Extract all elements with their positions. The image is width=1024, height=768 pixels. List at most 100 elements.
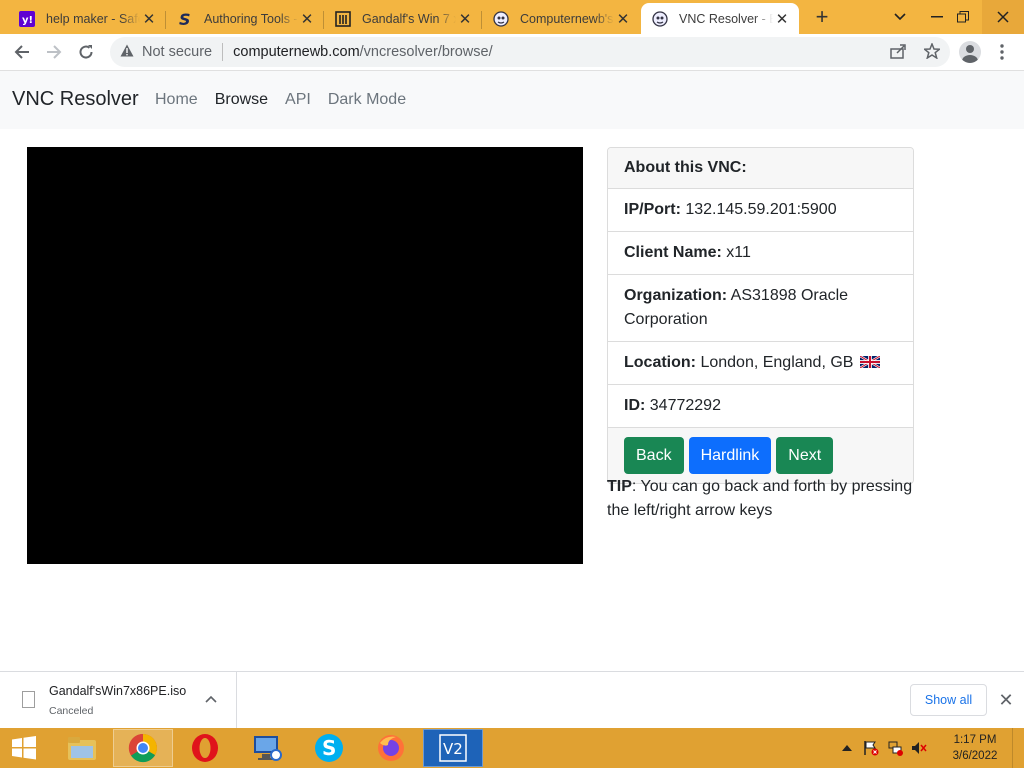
restore-button[interactable]: [946, 0, 980, 34]
tip-label: TIP: [607, 478, 632, 495]
close-window-button[interactable]: [982, 0, 1024, 34]
vnc-screenshot: [27, 147, 583, 564]
tab-gandalfs-win7[interactable]: Gandalf's Win 7 x ✕: [324, 3, 482, 34]
download-item[interactable]: Gandalf'sWin7x86PE.iso Canceled: [0, 672, 237, 729]
site-brand[interactable]: VNC Resolver: [12, 88, 139, 111]
s-logo-icon: S: [176, 10, 194, 28]
tab-search-chevron-icon[interactable]: [883, 0, 917, 34]
browser-toolbar: Not secure computernewb.com/vncresolver/…: [0, 34, 1024, 71]
show-all-button[interactable]: Show all: [910, 684, 987, 716]
profile-avatar[interactable]: [956, 38, 984, 66]
id-label: ID:: [624, 397, 646, 414]
svg-text:V2: V2: [443, 740, 463, 758]
computernewb-icon: [492, 10, 510, 28]
vnc-viewer-icon[interactable]: V2: [423, 729, 483, 767]
client-name-label: Client Name:: [624, 244, 722, 261]
security-label[interactable]: Not secure: [142, 44, 212, 60]
firefox-icon[interactable]: [361, 729, 421, 767]
organization-row: Organization: AS31898 Oracle Corporation: [608, 275, 913, 342]
hardlink-button[interactable]: Hardlink: [688, 437, 772, 474]
tab-help-maker[interactable]: y! help maker - Safe ✕: [8, 3, 166, 34]
ip-port-value: 132.145.59.201:5900: [685, 201, 837, 218]
url-text[interactable]: computernewb.com/vncresolver/browse/: [233, 44, 493, 60]
skype-icon[interactable]: S: [299, 729, 359, 767]
opera-icon[interactable]: [175, 729, 235, 767]
tab-title: Gandalf's Win 7 x: [362, 11, 456, 26]
forward-arrow-icon[interactable]: [40, 38, 68, 66]
download-file-name: Gandalf'sWin7x86PE.iso: [49, 684, 187, 698]
close-tab-icon[interactable]: ✕: [614, 10, 632, 28]
url-path: /vncresolver/browse/: [359, 44, 493, 60]
tab-title: Computernewb's: [520, 11, 614, 26]
close-tab-icon[interactable]: ✕: [456, 10, 474, 28]
close-shelf-icon[interactable]: ✕: [996, 688, 1016, 712]
organization-label: Organization:: [624, 287, 728, 304]
omnibox-divider: [222, 43, 224, 61]
close-tab-icon[interactable]: ✕: [773, 10, 791, 28]
tab-computernewb[interactable]: Computernewb's ✕: [482, 3, 640, 34]
download-status: Canceled: [49, 705, 94, 717]
download-shelf: Gandalf'sWin7x86PE.iso Canceled Show all…: [0, 671, 1024, 729]
address-bar[interactable]: Not secure computernewb.com/vncresolver/…: [110, 37, 950, 67]
yahoo-icon: y!: [18, 10, 36, 28]
client-name-row: Client Name: x11: [608, 232, 913, 275]
id-value: 34772292: [649, 397, 721, 414]
reload-icon[interactable]: [72, 38, 100, 66]
windows-taskbar: S V2 1:17 PM 3/6/2022: [0, 728, 1024, 768]
chevron-up-icon[interactable]: [205, 692, 217, 706]
omnibox-actions: [890, 41, 942, 63]
warning-triangle-icon: [120, 44, 134, 60]
clock-date: 3/6/2022: [952, 750, 998, 762]
action-center-flag-icon[interactable]: [860, 737, 882, 759]
tray-expand-icon[interactable]: [836, 737, 858, 759]
tab-vnc-resolver[interactable]: VNC Resolver - B ✕: [641, 3, 799, 34]
back-button[interactable]: Back: [624, 437, 684, 474]
tip-body: : You can go back and forth by pressing …: [607, 478, 913, 519]
system-clock[interactable]: 1:17 PM 3/6/2022: [940, 732, 1010, 764]
gb-flag-icon: [859, 352, 881, 370]
client-name-value: x11: [726, 244, 751, 261]
tab-title: Authoring Tools -: [204, 11, 298, 26]
bookmark-star-icon[interactable]: [922, 41, 942, 63]
volume-muted-icon[interactable]: [908, 737, 930, 759]
svg-text:S: S: [322, 736, 336, 760]
browser-tab-strip: y! help maker - Safe ✕ S Authoring Tools…: [0, 0, 1024, 34]
tab-authoring-tools[interactable]: S Authoring Tools - ✕: [166, 3, 324, 34]
back-arrow-icon[interactable]: [8, 38, 36, 66]
kebab-menu-icon[interactable]: [988, 38, 1016, 66]
next-button[interactable]: Next: [776, 437, 834, 474]
archive-icon: [334, 10, 352, 28]
clock-time: 1:17 PM: [953, 734, 997, 746]
nav-home[interactable]: Home: [155, 91, 198, 109]
tab-title: help maker - Safe: [46, 11, 140, 26]
chrome-icon[interactable]: [113, 729, 173, 767]
close-tab-icon[interactable]: ✕: [140, 10, 158, 28]
url-host: computernewb.com: [233, 44, 360, 60]
share-icon[interactable]: [890, 43, 906, 63]
close-tab-icon[interactable]: ✕: [298, 10, 316, 28]
site-nav-links: Home Browse API Dark Mode: [155, 91, 406, 109]
location-label: Location:: [624, 354, 696, 371]
nav-dark-mode[interactable]: Dark Mode: [328, 91, 406, 109]
card-header: About this VNC:: [608, 148, 913, 189]
location-row: Location: London, England, GB: [608, 342, 913, 385]
show-desktop-button[interactable]: [1012, 728, 1024, 768]
new-tab-button[interactable]: +: [808, 3, 836, 31]
ip-port-row: IP/Port: 132.145.59.201:5900: [608, 189, 913, 232]
nav-browse[interactable]: Browse: [215, 91, 268, 109]
site-navbar: VNC Resolver Home Browse API Dark Mode: [0, 71, 1024, 129]
svg-text:y!: y!: [22, 15, 33, 26]
system-tray: 1:17 PM 3/6/2022: [836, 728, 1024, 768]
ip-port-label: IP/Port:: [624, 201, 681, 218]
tip-text: TIP: You can go back and forth by pressi…: [607, 475, 917, 523]
nav-api[interactable]: API: [285, 91, 311, 109]
tab-title: VNC Resolver - B: [679, 11, 773, 26]
windows-start-icon[interactable]: [0, 728, 48, 768]
file-explorer-icon[interactable]: [52, 729, 112, 767]
id-row: ID: 34772292: [608, 385, 913, 428]
computernewb-icon: [651, 10, 669, 28]
network-icon[interactable]: [884, 737, 906, 759]
remote-desktop-icon[interactable]: [237, 729, 297, 767]
file-icon: [22, 691, 35, 708]
location-value: London, England, GB: [700, 354, 854, 371]
